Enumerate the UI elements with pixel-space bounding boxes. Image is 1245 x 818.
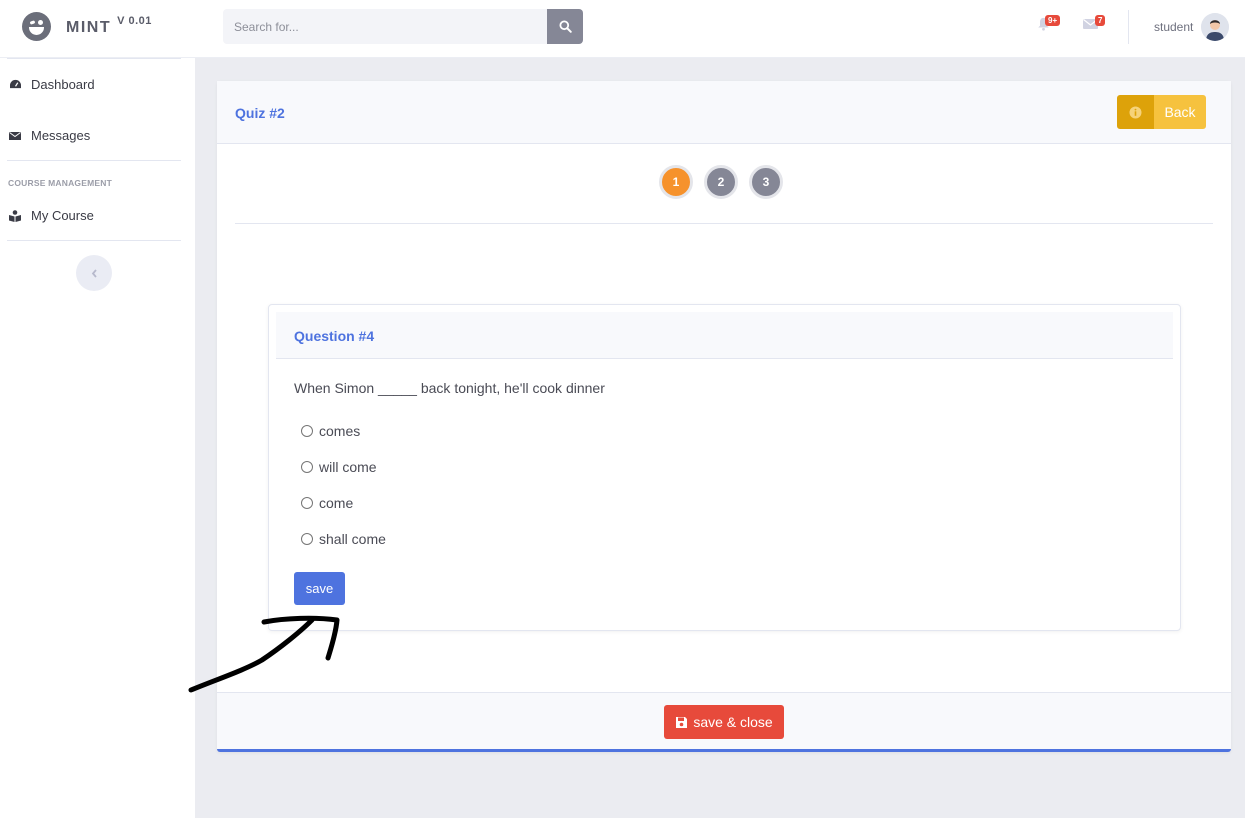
search-input[interactable] [223, 9, 547, 44]
messages-button[interactable]: 7 [1083, 15, 1106, 35]
sidebar-toggle-button[interactable] [76, 255, 112, 291]
sidebar-item-messages[interactable]: Messages [8, 128, 90, 143]
sidebar-item-label: My Course [31, 208, 94, 223]
answer-option[interactable]: come [301, 495, 353, 511]
messages-badge: 7 [1095, 15, 1106, 26]
question-text: When Simon _____ back tonight, he'll coo… [294, 380, 605, 396]
step-button[interactable]: 3 [749, 165, 783, 199]
topbar-divider [1128, 10, 1129, 44]
topbar: MINT V 0.01 9+ 7 student [0, 0, 1245, 58]
save-and-close-button[interactable]: save & close [664, 705, 784, 739]
question-stepper: 1 2 3 [659, 165, 794, 199]
sidebar-item-label: Messages [31, 128, 91, 143]
back-button[interactable]: Back [1117, 95, 1206, 129]
question-header: Question #4 [276, 312, 1173, 359]
sidebar-divider [7, 160, 181, 161]
option-label: comes [319, 423, 361, 439]
book-reader-icon [8, 209, 22, 223]
search-bar [223, 9, 583, 44]
save-button[interactable]: save [294, 572, 345, 605]
radio-button[interactable] [301, 533, 313, 545]
stepper-divider [235, 223, 1213, 224]
laugh-wink-icon [22, 12, 51, 41]
step-button[interactable]: 2 [704, 165, 738, 199]
alerts-badge: 9+ [1045, 15, 1061, 26]
tachometer-icon [8, 78, 22, 92]
option-label: come [319, 495, 354, 511]
answer-option[interactable]: shall come [301, 531, 386, 547]
answer-option[interactable]: comes [301, 423, 360, 439]
envelope-icon [8, 129, 22, 143]
user-name[interactable]: student [1154, 20, 1193, 34]
content-area: Quiz #2 Back 1 2 3 Question #4 When Simo… [195, 58, 1245, 818]
app-name: MINT [66, 19, 112, 36]
step-button[interactable]: 1 [659, 165, 693, 199]
sidebar: Dashboard Messages COURSE MANAGEMENT My … [0, 58, 195, 818]
brand-logo[interactable]: MINT V 0.01 [22, 12, 152, 41]
quiz-card-footer: save & close [217, 692, 1231, 749]
radio-button[interactable] [301, 497, 313, 509]
quiz-card-header: Quiz #2 Back [217, 81, 1231, 144]
quiz-card: Quiz #2 Back 1 2 3 Question #4 When Simo… [217, 81, 1231, 752]
radio-button[interactable] [301, 461, 313, 473]
answer-option[interactable]: will come [301, 459, 377, 475]
sidebar-item-label: Dashboard [31, 77, 95, 92]
alerts-button[interactable]: 9+ [1037, 15, 1061, 36]
sidebar-divider [7, 58, 181, 59]
option-label: will come [319, 459, 377, 475]
user-avatar[interactable] [1201, 13, 1229, 41]
back-label: Back [1154, 95, 1206, 129]
radio-button[interactable] [301, 425, 313, 437]
question-title: Question #4 [294, 328, 375, 344]
question-card: Question #4 When Simon _____ back tonigh… [268, 304, 1181, 631]
app-version: V 0.01 [117, 15, 152, 27]
chevron-left-icon [91, 268, 97, 278]
sidebar-divider [7, 240, 181, 241]
quiz-title: Quiz #2 [235, 105, 285, 121]
info-icon [1117, 95, 1154, 129]
sidebar-item-dashboard[interactable]: Dashboard [8, 77, 95, 92]
save-and-close-label: save & close [693, 714, 773, 730]
search-icon [558, 20, 572, 33]
sidebar-item-my-course[interactable]: My Course [8, 208, 94, 223]
sidebar-heading: COURSE MANAGEMENT [8, 178, 112, 188]
option-label: shall come [319, 531, 386, 547]
save-icon [676, 716, 688, 728]
search-button[interactable] [547, 9, 583, 44]
